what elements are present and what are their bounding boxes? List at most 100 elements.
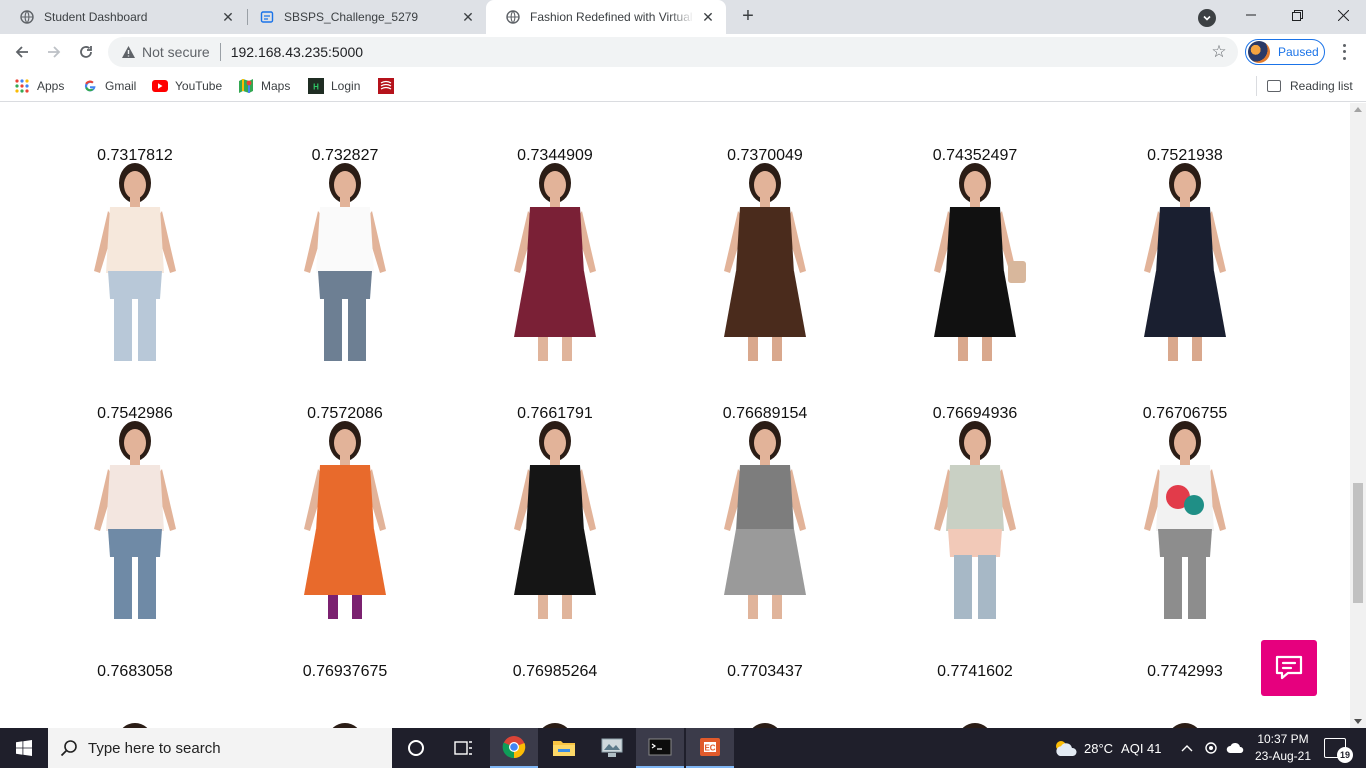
apps-grid-icon	[14, 78, 30, 94]
warning-icon[interactable]	[120, 44, 136, 60]
scrollbar-thumb[interactable]	[1353, 483, 1363, 603]
computer-icon	[601, 738, 623, 757]
reading-list-button[interactable]: Reading list	[1256, 76, 1353, 96]
product-image-woman-grey-print-dress	[724, 421, 806, 619]
tab-sbsps-challenge[interactable]: SBSPS_Challenge_5279 ✕	[240, 0, 486, 34]
close-tab-icon[interactable]: ✕	[460, 9, 476, 25]
product-image-man-white-graphic-tee	[1144, 421, 1226, 619]
tab-title: Student Dashboard	[44, 10, 148, 24]
product-image-woman-black-dress	[514, 421, 596, 619]
url-text[interactable]: 192.168.43.235:5000	[231, 44, 363, 60]
notification-center-button[interactable]: 19	[1324, 738, 1353, 763]
avatar	[1248, 41, 1270, 63]
arrow-left-icon	[15, 46, 28, 58]
close-tab-icon[interactable]: ✕	[700, 9, 716, 25]
windows-taskbar: Type here to search EC 28°C AQI 41 10:37…	[0, 728, 1366, 768]
new-tab-button[interactable]: +	[736, 5, 760, 29]
cloud-icon	[1226, 742, 1244, 753]
product-image-woman-cream-top-jeans	[94, 163, 176, 361]
results-grid: 0.7317812 0.732827 0.7344909 0.7370049 0.743…	[0, 103, 1350, 728]
reload-button[interactable]	[72, 38, 100, 66]
tray-meet-now[interactable]	[1204, 728, 1220, 768]
tab-search-button[interactable]	[1198, 9, 1216, 27]
profile-button[interactable]: Paused	[1245, 39, 1325, 65]
scroll-down-arrow[interactable]	[1354, 719, 1362, 724]
bookmark-gmail[interactable]: Gmail	[82, 76, 136, 96]
taskbar-file-explorer[interactable]	[540, 728, 588, 768]
product-image-woman-navy-dress	[1144, 163, 1226, 361]
clock-time: 10:37 PM	[1257, 732, 1309, 746]
task-view-button[interactable]	[440, 728, 488, 768]
chrome-icon	[502, 736, 526, 759]
red-logo-icon	[378, 78, 394, 94]
cortana-button[interactable]	[392, 728, 440, 768]
search-placeholder: Type here to search	[88, 739, 221, 757]
bookmark-youtube[interactable]: YouTube	[152, 76, 222, 96]
notification-count: 19	[1337, 747, 1353, 763]
close-window-button[interactable]	[1320, 0, 1366, 30]
start-button[interactable]	[0, 728, 48, 768]
bookmark-star-icon[interactable]: ☆	[1210, 43, 1228, 61]
taskbar-search[interactable]: Type here to search	[48, 728, 392, 768]
tab-student-dashboard[interactable]: Student Dashboard ✕	[0, 0, 246, 34]
similarity-score: 0.76937675	[302, 663, 388, 680]
forward-button[interactable]	[40, 38, 68, 66]
back-button[interactable]	[8, 38, 36, 66]
close-tab-icon[interactable]: ✕	[220, 9, 236, 25]
restore-button[interactable]	[1274, 0, 1320, 30]
product-image-woman-white-tank-top	[304, 163, 386, 361]
scroll-up-arrow[interactable]	[1354, 107, 1362, 112]
chat-button[interactable]	[1261, 640, 1317, 696]
weather-widget[interactable]: 28°C AQI 41	[1052, 728, 1162, 768]
taskbar-app-red[interactable]: EC	[686, 728, 734, 768]
product-image-woman-brown-dress	[724, 163, 806, 361]
product-image-woman-layered-top	[934, 421, 1016, 619]
chat-icon	[1275, 655, 1303, 680]
product-image-woman-sheer-top-jeans	[94, 421, 176, 619]
similarity-score: 0.76985264	[512, 663, 598, 680]
bookmark-maps[interactable]: Maps	[238, 76, 290, 96]
taskbar-clock[interactable]: 10:37 PM 23-Aug-21	[1246, 731, 1320, 765]
browser-toolbar: Not secure 192.168.43.235:5000 ☆ Paused	[0, 34, 1366, 70]
profile-status: Paused	[1278, 45, 1319, 59]
bookmark-apps[interactable]: Apps	[14, 76, 64, 96]
browser-menu-button[interactable]	[1336, 42, 1352, 62]
address-divider	[219, 43, 221, 61]
svg-text:EC: EC	[704, 744, 715, 753]
product-image-woman-maroon-dress	[514, 163, 596, 361]
presentation-app-icon: EC	[700, 738, 720, 756]
bookmark-label: Gmail	[105, 79, 137, 93]
tab-title: SBSPS_Challenge_5279	[284, 10, 419, 24]
weather-cloud-sun-icon	[1056, 741, 1077, 756]
taskbar-terminal[interactable]	[636, 728, 684, 768]
tab-title: Fashion Redefined with Virtual Gl	[530, 10, 694, 24]
reload-icon	[80, 46, 92, 58]
bookmark-red-logo[interactable]	[378, 76, 401, 96]
webcam-icon	[1205, 742, 1217, 754]
taskbar-chrome[interactable]	[490, 728, 538, 768]
taskbar-photos[interactable]	[588, 728, 636, 768]
youtube-icon	[152, 78, 168, 94]
windows-logo-icon	[16, 740, 32, 756]
minimize-icon	[1246, 14, 1256, 16]
product-image-partial	[332, 723, 358, 728]
similarity-score: 0.7742993	[1147, 663, 1223, 680]
chevron-up-icon	[1181, 745, 1193, 752]
product-image-partial	[752, 723, 778, 728]
minimize-button[interactable]	[1228, 0, 1274, 30]
page-scrollbar[interactable]	[1350, 103, 1366, 728]
bookmark-label: Login	[331, 79, 361, 93]
address-bar[interactable]: Not secure 192.168.43.235:5000 ☆	[108, 37, 1238, 67]
svg-text:H: H	[313, 83, 319, 92]
folder-icon	[553, 741, 575, 756]
cortana-icon	[408, 740, 424, 756]
bookmark-login[interactable]: H Login	[308, 76, 360, 96]
tab-fashion-redefined[interactable]: Fashion Redefined with Virtual Gl ✕	[486, 0, 726, 34]
product-image-woman-orange-kurta	[304, 421, 386, 619]
bookmark-label: Apps	[37, 79, 65, 93]
tray-overflow-button[interactable]	[1180, 728, 1194, 768]
tray-onedrive[interactable]	[1226, 728, 1244, 768]
security-status[interactable]: Not secure	[142, 44, 210, 60]
close-icon	[1337, 9, 1349, 21]
clock-date: 23-Aug-21	[1254, 749, 1312, 763]
